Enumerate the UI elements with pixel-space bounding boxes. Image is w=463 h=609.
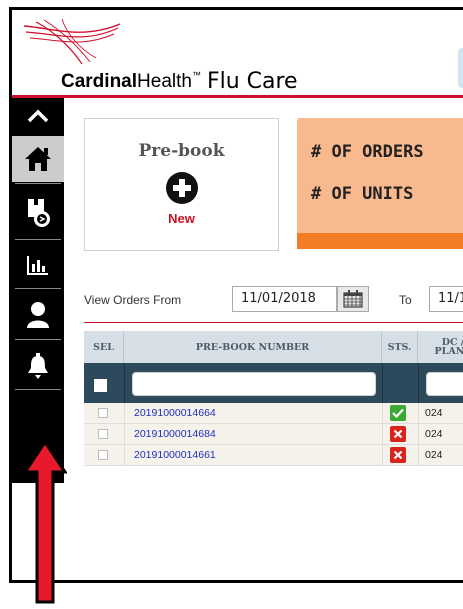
row-checkbox[interactable] (98, 450, 108, 460)
orders-summary-card: # OF ORDERS # OF UNITS (297, 118, 463, 249)
status-rejected-icon (390, 426, 406, 442)
select-all-checkbox[interactable] (94, 379, 107, 392)
table-row[interactable]: 20191000014684 024 (84, 424, 463, 445)
app-title: Flu Care (206, 69, 298, 94)
dc-plant-value: 024 (425, 407, 443, 419)
sidebar-item-home[interactable] (12, 136, 64, 182)
to-date-input[interactable]: 11/18 (429, 286, 463, 312)
column-separator (382, 445, 383, 466)
grid-header: SEL PRE-BOOK NUMBER STS. DC / PLANT (84, 331, 463, 363)
orders-card-footer-bar (297, 233, 463, 249)
calendar-icon (343, 290, 363, 308)
table-row[interactable]: 20191000014664 024 (84, 403, 463, 424)
column-header-sel[interactable]: SEL (84, 331, 124, 363)
prebook-card[interactable]: Pre-book New (84, 118, 279, 251)
prebook-new-link[interactable]: New (85, 211, 278, 226)
column-separator (418, 363, 419, 403)
sidebar-divider (15, 288, 61, 289)
column-header-status[interactable]: STS. (382, 331, 418, 363)
from-date-calendar-button[interactable] (337, 286, 369, 312)
cardinal-health-logo-icon (23, 18, 121, 65)
prebook-number-filter-input[interactable] (132, 372, 376, 396)
trademark: ™ (191, 70, 201, 80)
date-filter-bar: View Orders From 11/01/2018 To 11/18 (64, 283, 463, 313)
column-separator (382, 403, 383, 424)
main-content: Pre-book New # OF ORDERS # OF UNITS View… (64, 98, 463, 483)
prebook-title: Pre-book (138, 141, 225, 161)
prebook-number-link[interactable]: 20191000014664 (134, 407, 216, 419)
sidebar-collapse-button[interactable] (12, 98, 64, 134)
column-header-prebook-number[interactable]: PRE-BOOK NUMBER (124, 331, 382, 363)
grid-filter-row (84, 363, 463, 403)
dc-plant-value: 024 (425, 449, 443, 461)
sidebar-divider (15, 339, 61, 340)
status-rejected-icon (390, 447, 406, 463)
units-count-label: # OF UNITS (311, 184, 414, 204)
dc-plant-filter-input[interactable] (426, 372, 463, 396)
orders-count-label: # OF ORDERS (311, 142, 424, 162)
column-separator (382, 363, 383, 403)
app-window: CardinalHealth™ Flu Care Pre-book New # … (9, 7, 463, 583)
sidebar-divider (15, 239, 61, 240)
column-separator (124, 403, 125, 424)
table-row[interactable]: 20191000014661 024 (84, 445, 463, 466)
dc-plant-value: 024 (425, 428, 443, 440)
sidebar (12, 98, 64, 483)
row-checkbox[interactable] (98, 408, 108, 418)
chevron-up-icon (27, 109, 49, 123)
to-label: To (399, 293, 412, 307)
status-approved-icon (390, 405, 406, 421)
plus-circle-icon[interactable] (165, 171, 199, 205)
column-separator (418, 403, 419, 424)
column-separator (124, 424, 125, 445)
sidebar-item-returns[interactable] (12, 190, 64, 236)
header-tab[interactable] (458, 48, 463, 88)
filter-divider (84, 322, 463, 323)
sidebar-item-profile[interactable] (12, 294, 64, 336)
column-separator (124, 445, 125, 466)
brand-name-bold: Cardinal (61, 71, 138, 92)
user-icon (27, 302, 49, 328)
column-header-dc-plant[interactable]: DC / PLANT (418, 331, 463, 363)
bell-icon (28, 353, 48, 379)
sidebar-item-reports[interactable] (12, 245, 64, 285)
order-return-icon (28, 199, 50, 227)
red-arrow-annotation-icon (23, 440, 67, 604)
sidebar-divider (15, 183, 61, 184)
view-orders-from-label: View Orders From (84, 293, 182, 307)
from-date-input[interactable]: 11/01/2018 (232, 286, 337, 312)
app-header: CardinalHealth™ Flu Care (12, 10, 463, 95)
prebook-number-link[interactable]: 20191000014661 (134, 449, 216, 461)
sidebar-item-notifications[interactable] (12, 345, 64, 387)
row-checkbox[interactable] (98, 429, 108, 439)
prebook-number-link[interactable]: 20191000014684 (134, 428, 216, 440)
brand-title: CardinalHealth™ Flu Care (61, 68, 298, 94)
bar-chart-icon (27, 256, 48, 275)
column-separator (418, 424, 419, 445)
column-separator (418, 445, 419, 466)
sidebar-divider (15, 389, 61, 390)
brand-name-regular: Health (137, 71, 192, 92)
column-separator (382, 424, 383, 445)
dc-header-line2: PLANT (434, 346, 463, 357)
column-separator (124, 363, 125, 403)
home-icon (25, 147, 51, 171)
